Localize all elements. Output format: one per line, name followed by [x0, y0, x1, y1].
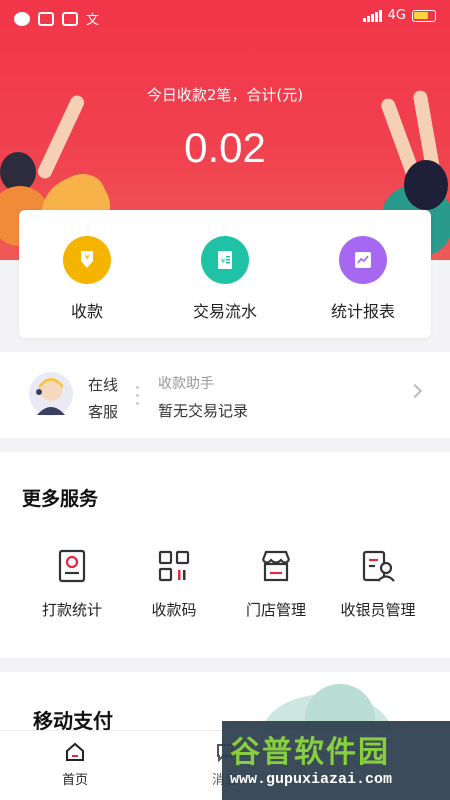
home-icon	[66, 742, 84, 761]
transaction-flow-button[interactable]: ¥ 交易流水	[165, 236, 285, 322]
payment-stats-button[interactable]: 打款统计	[22, 548, 122, 620]
battery-icon	[412, 9, 436, 22]
cashier-management-button[interactable]: 收银员管理	[328, 548, 428, 620]
svg-text:¥: ¥	[84, 253, 89, 262]
payment-stats-icon	[58, 549, 86, 583]
chevron-right-icon	[407, 383, 423, 399]
receipt-icon: ¥	[201, 236, 249, 284]
yuan-receive-icon: ¥	[63, 236, 111, 284]
section-title: 更多服务	[22, 488, 99, 510]
app-icon	[14, 11, 30, 26]
payment-assistant-row[interactable]: 在线 客服 收款助手 暂无交易记录	[0, 352, 450, 438]
network-type: 4G	[387, 8, 406, 23]
watermark-logo: 谷普软件园 www.gupuxiazai.com	[222, 721, 450, 800]
qr-code-icon	[158, 550, 190, 582]
message-icon	[62, 11, 78, 26]
quick-actions-card: ¥ 收款 ¥ 交易流水 统计报表	[19, 210, 431, 338]
cashier-icon	[362, 550, 395, 582]
status-bar: 文 4G	[0, 0, 450, 36]
qr-code-button[interactable]: 收款码	[124, 548, 224, 620]
more-services-section: 更多服务 打款统计 收款码 门店管理 收银员管理	[0, 452, 450, 658]
online-service-label: 在线 客服	[88, 376, 119, 421]
divider-dots	[136, 386, 140, 412]
svg-text:¥: ¥	[221, 257, 226, 265]
translate-icon: 文	[86, 13, 100, 28]
customer-service-avatar-icon	[29, 372, 73, 416]
total-amount: 0.02	[184, 124, 266, 171]
receive-payment-button[interactable]: ¥ 收款	[27, 236, 147, 322]
statistics-report-button[interactable]: 统计报表	[303, 236, 423, 322]
message-icon	[38, 11, 54, 26]
assistant-title: 收款助手	[158, 376, 214, 392]
today-summary: 今日收款2笔，合计(元)	[146, 86, 304, 104]
signal-icon	[362, 9, 382, 22]
assistant-message: 暂无交易记录	[158, 402, 249, 420]
tab-home[interactable]: 首页	[30, 741, 120, 788]
store-management-button[interactable]: 门店管理	[226, 548, 326, 620]
mobile-payment-title: 移动支付	[33, 709, 113, 732]
store-icon	[261, 550, 291, 582]
report-icon	[339, 236, 387, 284]
